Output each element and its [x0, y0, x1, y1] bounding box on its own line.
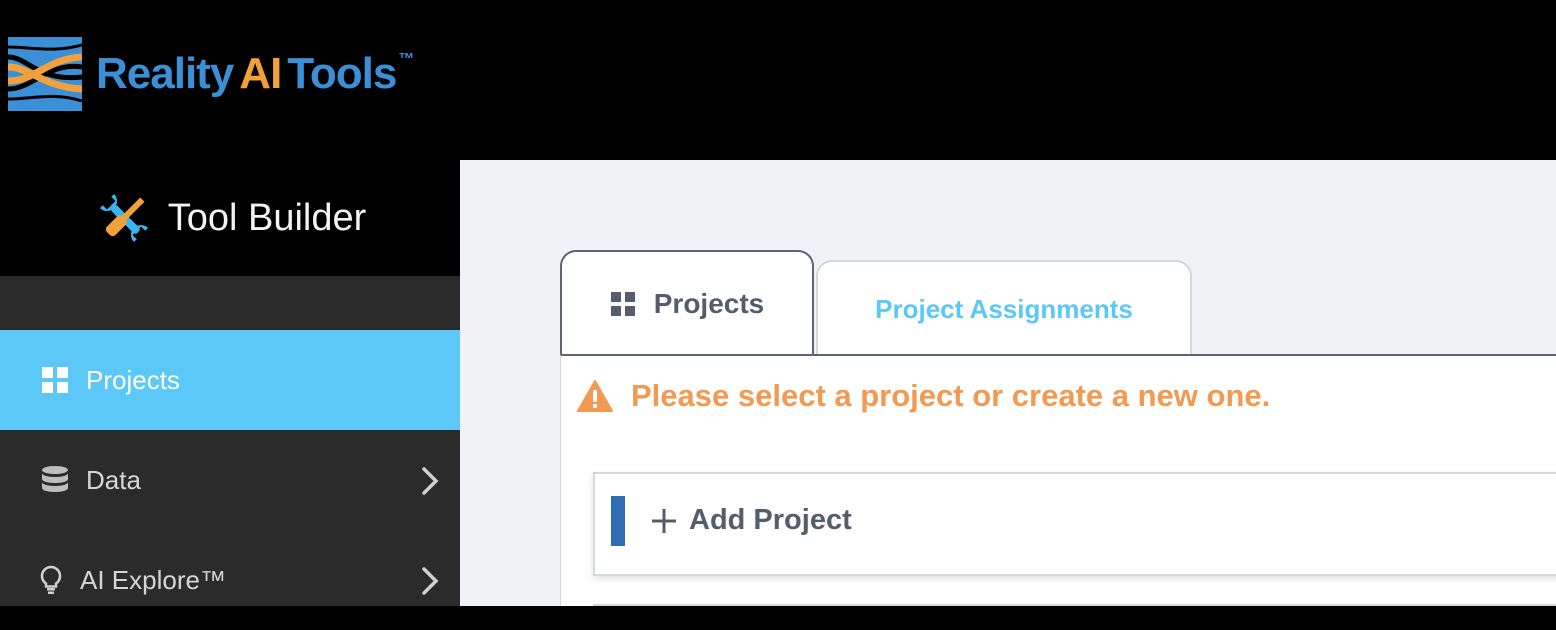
sidebar: Tool Builder Projects Data AI Explore™ — [0, 160, 460, 606]
add-project-button[interactable]: Add Project — [593, 472, 1556, 576]
logo-wordmark: Reality AI Tools ™ — [96, 49, 414, 99]
logo-ai-text: AI — [239, 49, 282, 98]
chevron-right-icon — [422, 567, 439, 595]
tab-label: Project Assignments — [875, 293, 1133, 324]
app-title: Tool Builder — [167, 196, 367, 239]
warning-message: Please select a project or create a new … — [577, 378, 1270, 414]
logo-reality-text: Reality — [96, 49, 234, 98]
warning-icon — [577, 380, 613, 412]
logo-tools-text: Tools — [287, 49, 397, 98]
sidebar-item-projects[interactable]: Projects — [0, 330, 460, 430]
sidebar-item-label: Projects — [86, 364, 180, 395]
tab-projects[interactable]: Projects — [560, 250, 814, 356]
grid-icon — [42, 367, 68, 393]
add-project-accent — [611, 496, 625, 546]
top-bar: Reality AI Tools ™ — [0, 0, 1556, 160]
database-icon — [42, 466, 68, 492]
plus-icon — [652, 509, 676, 533]
lightbulb-icon — [40, 565, 62, 594]
logo-mark-icon — [8, 37, 82, 111]
logo-trademark: ™ — [398, 51, 414, 68]
tools-icon — [99, 193, 148, 243]
app-header[interactable]: Tool Builder — [0, 160, 460, 276]
tab-label: Projects — [653, 288, 765, 319]
add-project-label: Add Project — [689, 504, 852, 536]
projects-panel: Please select a project or create a new … — [560, 354, 1556, 606]
sidebar-item-label: Data — [86, 464, 141, 495]
sidebar-item-data[interactable]: Data — [0, 430, 460, 530]
tab-project-assignments[interactable]: Project Assignments — [816, 260, 1192, 356]
grid-icon — [610, 292, 635, 316]
main-content: Projects Project Assignments Please sele… — [460, 160, 1556, 606]
brand-logo[interactable]: Reality AI Tools ™ — [8, 36, 414, 112]
sidebar-item-label: AI Explore™ — [80, 564, 226, 595]
sidebar-item-ai-explore[interactable]: AI Explore™ — [0, 530, 460, 630]
chevron-right-icon — [422, 467, 439, 495]
warning-text: Please select a project or create a new … — [631, 378, 1271, 413]
